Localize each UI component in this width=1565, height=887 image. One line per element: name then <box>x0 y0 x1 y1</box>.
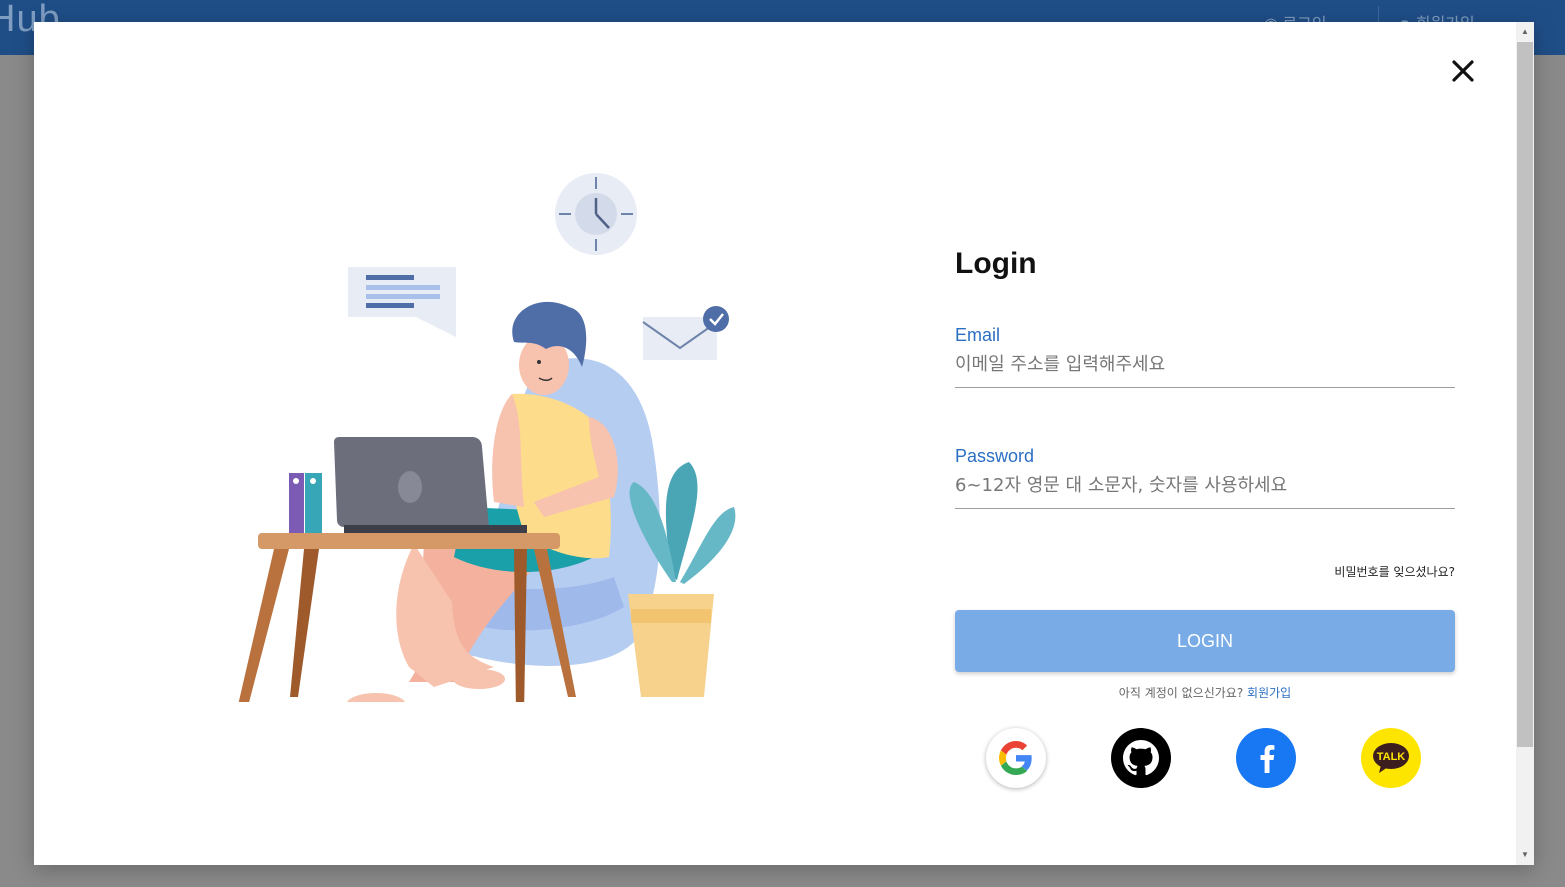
scroll-up-arrow-icon[interactable]: ▲ <box>1516 24 1534 40</box>
email-input[interactable] <box>955 346 1455 388</box>
password-label: Password <box>955 446 1035 466</box>
login-form: Login Email Password 비밀번호를 잊으셨나요? LOGIN … <box>955 247 1455 788</box>
kakao-talk-label: TALK <box>1377 751 1406 763</box>
password-field-group: Password <box>955 446 1455 509</box>
envelope-icon <box>642 306 729 360</box>
google-login-button[interactable] <box>986 728 1046 788</box>
google-icon <box>999 741 1032 775</box>
kakao-login-button[interactable]: TALK <box>1361 728 1421 788</box>
kakaotalk-icon: TALK <box>1373 743 1409 773</box>
github-login-button[interactable] <box>1111 728 1171 788</box>
facebook-login-button[interactable] <box>1236 728 1296 788</box>
github-icon <box>1123 740 1159 776</box>
no-account-text: 아직 계정이 없으신가요? <box>1118 686 1244 700</box>
login-title: Login <box>955 247 1037 280</box>
facebook-icon <box>1260 745 1275 773</box>
email-label: Email <box>955 325 1001 345</box>
modal-scrollbar[interactable]: ▲ ▼ <box>1516 22 1534 865</box>
person-laptop-illustration <box>238 173 736 702</box>
signup-prompt: 아직 계정이 없으신가요? 회원가입 <box>955 684 1455 701</box>
clock-icon <box>555 173 637 255</box>
scroll-thumb[interactable] <box>1517 42 1533 747</box>
forgot-password-link[interactable]: 비밀번호를 잊으셨나요? <box>1334 563 1455 580</box>
close-icon[interactable] <box>1448 56 1478 86</box>
email-field-group: Email <box>955 325 1455 388</box>
scroll-down-arrow-icon[interactable]: ▼ <box>1516 847 1534 863</box>
login-button[interactable]: LOGIN <box>955 610 1455 672</box>
password-input[interactable] <box>955 467 1455 509</box>
chat-bubble-icon <box>348 267 456 337</box>
signup-link[interactable]: 회원가입 <box>1247 686 1291 700</box>
login-modal: Login Email Password 비밀번호를 잊으셨나요? LOGIN … <box>34 22 1534 865</box>
